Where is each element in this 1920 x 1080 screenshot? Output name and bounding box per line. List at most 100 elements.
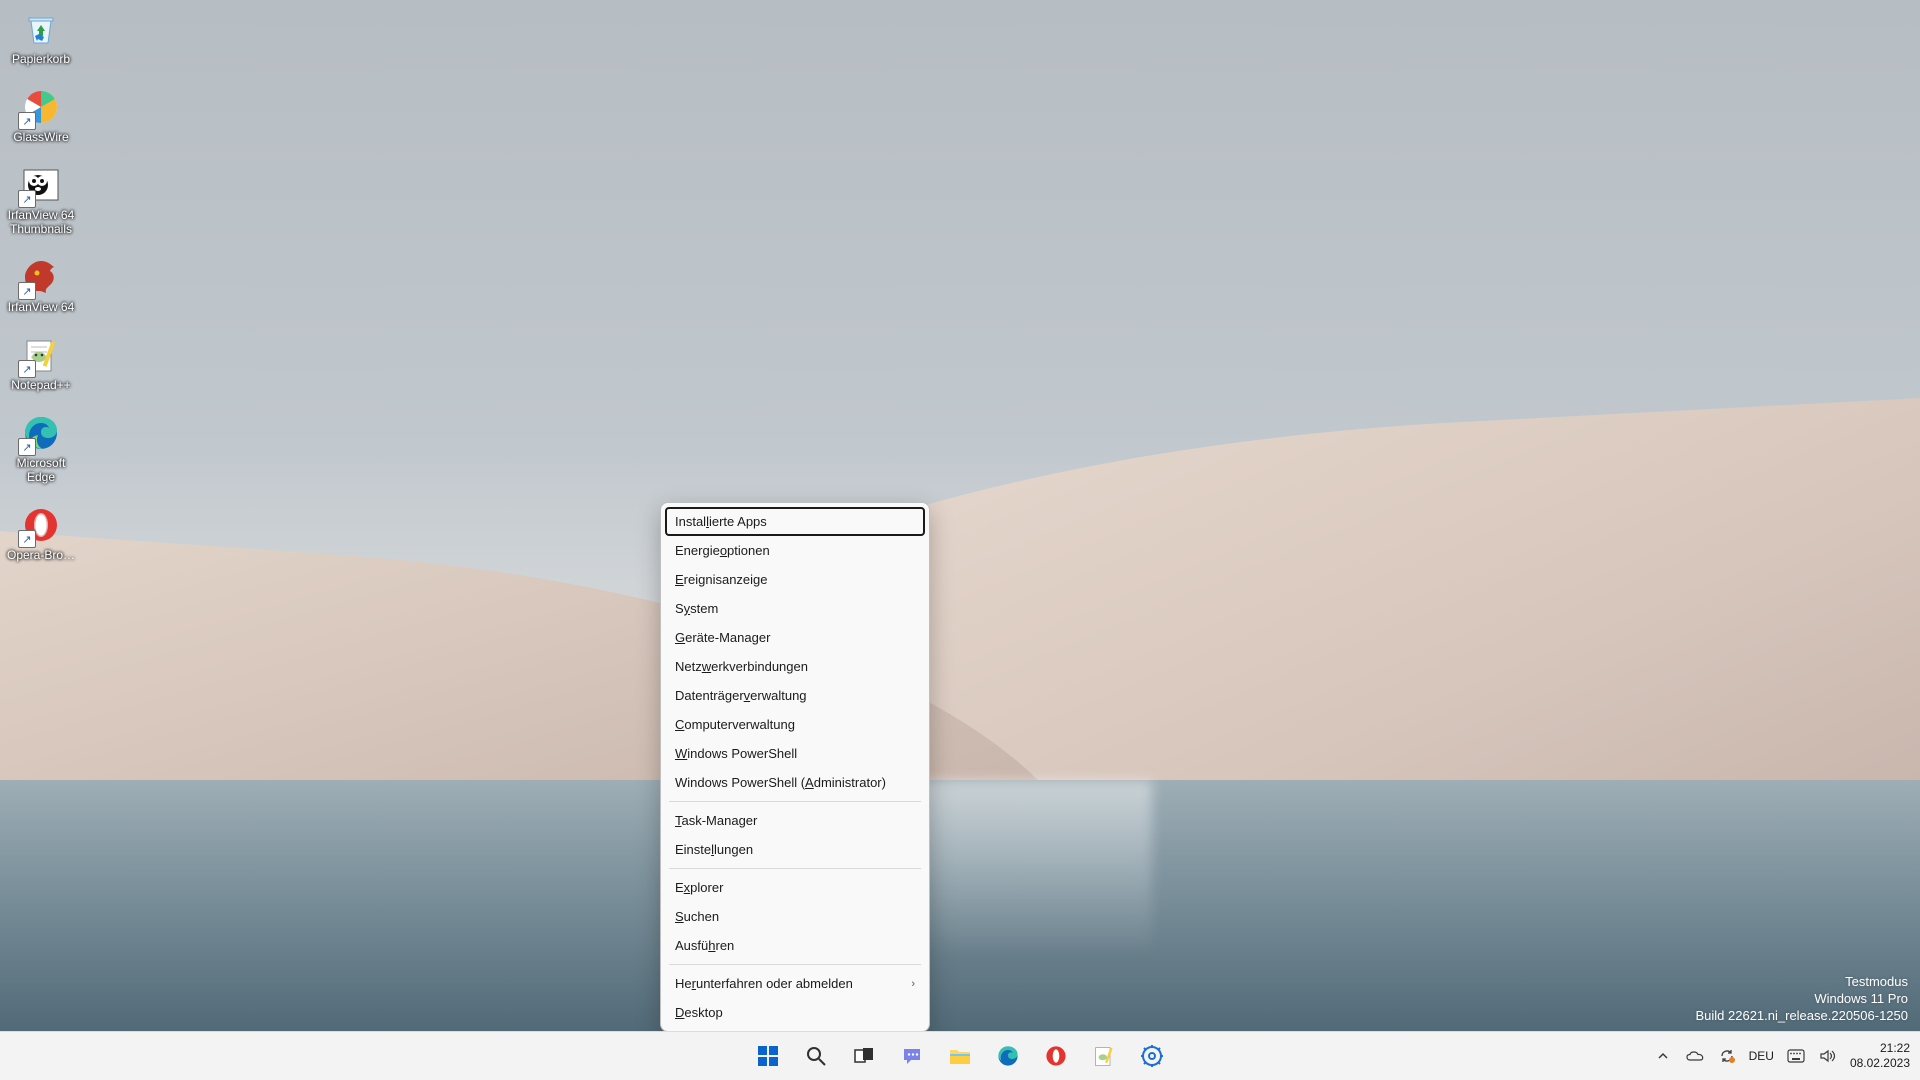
input-language-indicator[interactable]: DEU	[1749, 1049, 1774, 1063]
context-menu-separator	[669, 868, 921, 869]
context-menu-item-label: Suchen	[675, 909, 719, 924]
desktop-icon-label: IrfanView 64	[8, 300, 75, 314]
windows-update-icon[interactable]	[1717, 1046, 1737, 1066]
context-menu-item-label: Task-Manager	[675, 813, 757, 828]
taskbar: DEU 21:22 08.02.2023	[0, 1031, 1920, 1080]
start-button[interactable]	[748, 1036, 788, 1076]
context-menu-item-label: Windows PowerShell (Administrator)	[675, 775, 886, 790]
context-menu-separator	[669, 964, 921, 965]
glasswire-icon: ↗	[20, 86, 62, 128]
notepadpp-button[interactable]	[1084, 1036, 1124, 1076]
taskbar-center-apps	[748, 1036, 1172, 1076]
irfanview-thumb-icon: ↗	[20, 164, 62, 206]
context-menu-separator	[669, 801, 921, 802]
shortcut-overlay-icon: ↗	[18, 530, 36, 548]
context-menu-item-label: Installierte Apps	[675, 514, 767, 529]
taskview-icon	[853, 1045, 875, 1067]
context-menu-item-label: Ausführen	[675, 938, 734, 953]
desktop-watermark: Testmodus Windows 11 Pro Build 22621.ni_…	[1695, 973, 1908, 1024]
desktop-icon-label: IrfanView 64 Thumbnails	[4, 208, 78, 236]
context-menu-item-label: Energieoptionen	[675, 543, 770, 558]
notepadpp-icon	[1092, 1044, 1116, 1068]
edge-button[interactable]	[988, 1036, 1028, 1076]
context-menu-item[interactable]: Datenträgerverwaltung	[665, 681, 925, 710]
chat-button[interactable]	[892, 1036, 932, 1076]
watermark-line: Windows 11 Pro	[1695, 990, 1908, 1007]
desktop-icon-label: GlassWire	[13, 130, 68, 144]
clock-time: 21:22	[1850, 1041, 1910, 1056]
start-icon	[756, 1044, 780, 1068]
watermark-line: Testmodus	[1695, 973, 1908, 990]
tray-overflow-chevron[interactable]	[1653, 1046, 1673, 1066]
desktop-icon-label: Microsoft Edge	[4, 456, 78, 484]
edge-icon: ↗	[20, 412, 62, 454]
context-menu-item[interactable]: Energieoptionen	[665, 536, 925, 565]
context-menu-item-label: Desktop	[675, 1005, 723, 1020]
context-menu-item[interactable]: Ausführen	[665, 931, 925, 960]
context-menu-item[interactable]: Herunterfahren oder abmelden ›	[665, 969, 925, 998]
context-menu-item[interactable]: Geräte-Manager	[665, 623, 925, 652]
touch-keyboard-icon[interactable]	[1786, 1046, 1806, 1066]
desktop-icon-label: Notepad++	[11, 378, 70, 392]
chevron-right-icon: ›	[911, 978, 915, 990]
context-menu-item[interactable]: Desktop	[665, 998, 925, 1027]
desktop-wallpaper	[0, 0, 1920, 1080]
shortcut-overlay-icon: ↗	[18, 438, 36, 456]
desktop-icon-recycle-bin[interactable]: Papierkorb	[4, 8, 78, 66]
file-explorer-button[interactable]	[940, 1036, 980, 1076]
opera-icon: ↗	[20, 504, 62, 546]
notepadpp-icon: ↗	[20, 334, 62, 376]
volume-icon[interactable]	[1818, 1046, 1838, 1066]
opera-icon	[1044, 1044, 1068, 1068]
desktop-icon-irfanview[interactable]: ↗IrfanView 64	[4, 256, 78, 314]
context-menu-item[interactable]: System	[665, 594, 925, 623]
desktop-icon-label: Opera-Bro…	[7, 548, 75, 562]
context-menu-item-label: Netzwerkverbindungen	[675, 659, 808, 674]
context-menu-item[interactable]: Ereignisanzeige	[665, 565, 925, 594]
context-menu-item-label: Herunterfahren oder abmelden	[675, 976, 853, 991]
settings-icon	[1140, 1044, 1164, 1068]
shortcut-overlay-icon: ↗	[18, 360, 36, 378]
context-menu-item-label: Windows PowerShell	[675, 746, 797, 761]
context-menu-item-label: Computerverwaltung	[675, 717, 795, 732]
onedrive-icon[interactable]	[1685, 1046, 1705, 1066]
desktop-icon-notepadpp[interactable]: ↗Notepad++	[4, 334, 78, 392]
shortcut-overlay-icon: ↗	[18, 282, 36, 300]
search-icon	[805, 1045, 827, 1067]
explorer-icon	[948, 1045, 972, 1067]
taskbar-system-tray: DEU 21:22 08.02.2023	[1653, 1041, 1910, 1071]
shortcut-overlay-icon: ↗	[18, 112, 36, 130]
context-menu-item[interactable]: Computerverwaltung	[665, 710, 925, 739]
context-menu-item[interactable]: Suchen	[665, 902, 925, 931]
context-menu-item[interactable]: Task-Manager	[665, 806, 925, 835]
context-menu-item[interactable]: Windows PowerShell	[665, 739, 925, 768]
context-menu-item-label: System	[675, 601, 718, 616]
context-menu-item-label: Einstellungen	[675, 842, 753, 857]
irfanview-icon: ↗	[20, 256, 62, 298]
opera-button[interactable]	[1036, 1036, 1076, 1076]
shortcut-overlay-icon: ↗	[18, 190, 36, 208]
desktop-icon-glasswire[interactable]: ↗GlassWire	[4, 86, 78, 144]
desktop-icon-label: Papierkorb	[12, 52, 70, 66]
context-menu-item-label: Explorer	[675, 880, 723, 895]
context-menu-item-label: Ereignisanzeige	[675, 572, 768, 587]
chat-icon	[901, 1045, 923, 1067]
watermark-line: Build 22621.ni_release.220506-1250	[1695, 1007, 1908, 1024]
task-view-button[interactable]	[844, 1036, 884, 1076]
context-menu-item[interactable]: Netzwerkverbindungen	[665, 652, 925, 681]
context-menu-item[interactable]: Einstellungen	[665, 835, 925, 864]
desktop-icon-edge[interactable]: ↗Microsoft Edge	[4, 412, 78, 484]
context-menu-item[interactable]: Installierte Apps	[665, 507, 925, 536]
desktop-icon-irfanview-thumb[interactable]: ↗IrfanView 64 Thumbnails	[4, 164, 78, 236]
edge-icon	[996, 1044, 1020, 1068]
clock-date: 08.02.2023	[1850, 1056, 1910, 1071]
taskbar-clock[interactable]: 21:22 08.02.2023	[1850, 1041, 1910, 1071]
desktop-icons-area: Papierkorb ↗GlassWire ↗IrfanView 64 Thum…	[4, 8, 78, 562]
context-menu-item[interactable]: Windows PowerShell (Administrator)	[665, 768, 925, 797]
settings-button[interactable]	[1132, 1036, 1172, 1076]
context-menu-item-label: Datenträgerverwaltung	[675, 688, 807, 703]
context-menu-item[interactable]: Explorer	[665, 873, 925, 902]
search-button[interactable]	[796, 1036, 836, 1076]
winx-context-menu: Installierte Apps Energieoptionen Ereignis…	[660, 502, 930, 1032]
desktop-icon-opera[interactable]: ↗Opera-Bro…	[4, 504, 78, 562]
